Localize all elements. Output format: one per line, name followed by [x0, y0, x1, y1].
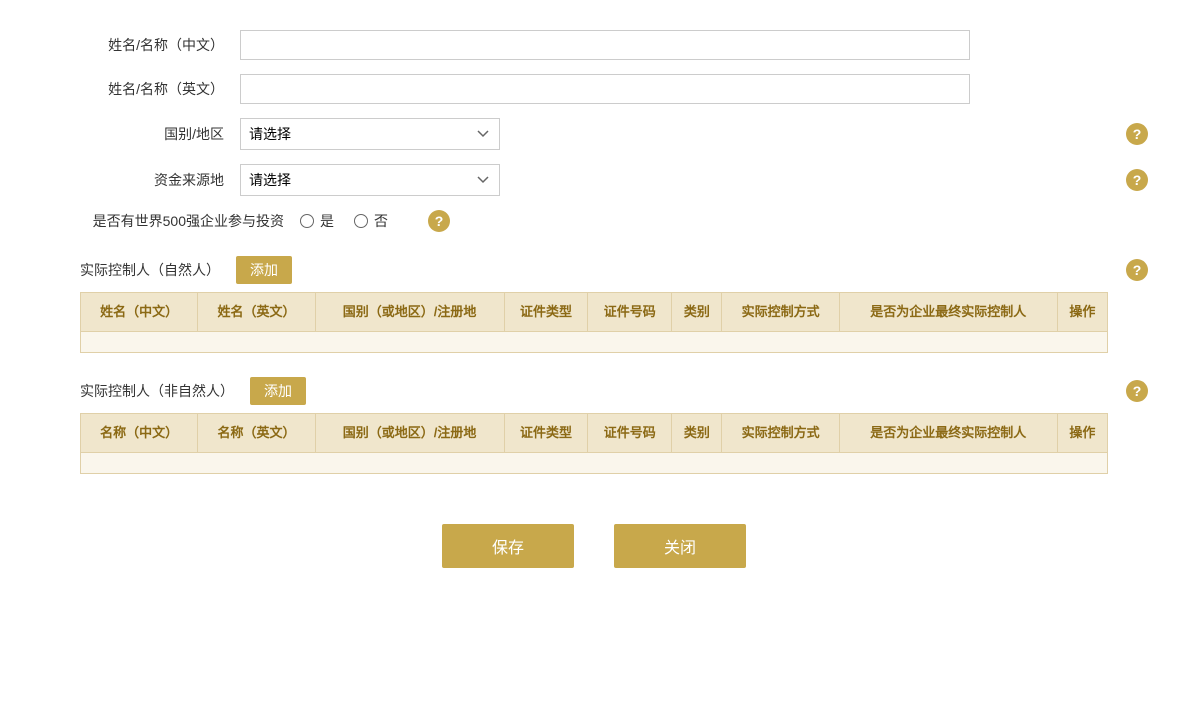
controller-non-natural-header: 实际控制人（非自然人） 添加 ?: [80, 377, 1108, 405]
fortune500-yes-option[interactable]: 是: [300, 211, 334, 231]
fund-source-help-icon[interactable]: ?: [1126, 169, 1148, 191]
fund-source-select[interactable]: 请选择: [240, 164, 500, 196]
non-natural-person-table-head: 名称（中文） 名称（英文） 国别（或地区）/注册地 证件类型 证件号码 类别 实…: [81, 414, 1108, 453]
controller-natural-section: 实际控制人（自然人） 添加 ? 姓名（中文） 姓名（英文） 国别（或地区）/注册…: [80, 256, 1108, 353]
natural-empty-cell: [81, 332, 1108, 353]
natural-person-table: 姓名（中文） 姓名（英文） 国别（或地区）/注册地 证件类型 证件号码 类别 实…: [80, 292, 1108, 353]
controller-natural-help-icon[interactable]: ?: [1126, 259, 1148, 281]
name-cn-row: 姓名/名称（中文）: [80, 30, 1108, 60]
name-cn-label: 姓名/名称（中文）: [80, 35, 240, 55]
non-natural-col-ultimate-controller: 是否为企业最终实际控制人: [839, 414, 1057, 453]
non-natural-col-name-cn: 名称（中文）: [81, 414, 198, 453]
natural-col-ultimate-controller: 是否为企业最终实际控制人: [839, 293, 1057, 332]
controller-non-natural-help-icon[interactable]: ?: [1126, 380, 1148, 402]
country-help-icon[interactable]: ?: [1126, 123, 1148, 145]
controller-non-natural-section: 实际控制人（非自然人） 添加 ? 名称（中文） 名称（英文） 国别（或地区）/注…: [80, 377, 1108, 474]
name-en-row: 姓名/名称（英文）: [80, 74, 1108, 104]
non-natural-col-cert-no: 证件号码: [588, 414, 672, 453]
natural-col-country: 国别（或地区）/注册地: [315, 293, 504, 332]
natural-empty-row: [81, 332, 1108, 353]
non-natural-col-category: 类别: [672, 414, 722, 453]
fortune500-no-radio[interactable]: [354, 214, 368, 228]
natural-person-table-body: [81, 332, 1108, 353]
fund-source-row: 资金来源地 请选择 ?: [80, 164, 1108, 196]
natural-person-header-row: 姓名（中文） 姓名（英文） 国别（或地区）/注册地 证件类型 证件号码 类别 实…: [81, 293, 1108, 332]
natural-col-name-en: 姓名（英文）: [198, 293, 315, 332]
natural-col-category: 类别: [672, 293, 722, 332]
name-en-input[interactable]: [240, 74, 970, 104]
controller-non-natural-title: 实际控制人（非自然人）: [80, 381, 234, 401]
fund-source-label: 资金来源地: [80, 170, 240, 190]
fortune500-yes-label: 是: [320, 211, 334, 231]
fortune500-no-option[interactable]: 否: [354, 211, 388, 231]
name-en-label: 姓名/名称（英文）: [80, 79, 240, 99]
non-natural-col-country: 国别（或地区）/注册地: [315, 414, 504, 453]
non-natural-empty-row: [81, 453, 1108, 474]
page-container: 姓名/名称（中文） 姓名/名称（英文） 国别/地区 请选择 ? 资金来源地 请选…: [0, 0, 1188, 705]
non-natural-person-table: 名称（中文） 名称（英文） 国别（或地区）/注册地 证件类型 证件号码 类别 实…: [80, 413, 1108, 474]
form-section: 姓名/名称（中文） 姓名/名称（英文） 国别/地区 请选择 ? 资金来源地 请选…: [80, 30, 1108, 232]
fortune500-row: 是否有世界500强企业参与投资 是 否 ?: [80, 210, 1108, 232]
natural-person-table-head: 姓名（中文） 姓名（英文） 国别（或地区）/注册地 证件类型 证件号码 类别 实…: [81, 293, 1108, 332]
name-cn-input[interactable]: [240, 30, 970, 60]
fortune500-yes-radio[interactable]: [300, 214, 314, 228]
non-natural-empty-cell: [81, 453, 1108, 474]
fortune500-help-icon[interactable]: ?: [428, 210, 450, 232]
natural-col-name-cn: 姓名（中文）: [81, 293, 198, 332]
country-select[interactable]: 请选择: [240, 118, 500, 150]
fortune500-radio-group: 是 否: [300, 211, 388, 231]
non-natural-person-header-row: 名称（中文） 名称（英文） 国别（或地区）/注册地 证件类型 证件号码 类别 实…: [81, 414, 1108, 453]
close-button[interactable]: 关闭: [614, 524, 746, 568]
non-natural-col-name-en: 名称（英文）: [198, 414, 315, 453]
natural-col-cert-no: 证件号码: [588, 293, 672, 332]
non-natural-person-table-body: [81, 453, 1108, 474]
add-non-natural-button[interactable]: 添加: [250, 377, 306, 405]
add-natural-button[interactable]: 添加: [236, 256, 292, 284]
save-button[interactable]: 保存: [442, 524, 574, 568]
natural-col-cert-type: 证件类型: [504, 293, 588, 332]
country-label: 国别/地区: [80, 124, 240, 144]
non-natural-col-control-method: 实际控制方式: [722, 414, 839, 453]
controller-natural-header: 实际控制人（自然人） 添加 ?: [80, 256, 1108, 284]
fortune500-no-label: 否: [374, 211, 388, 231]
bottom-buttons: 保存 关闭: [80, 524, 1108, 598]
country-row: 国别/地区 请选择 ?: [80, 118, 1108, 150]
fortune500-label: 是否有世界500强企业参与投资: [80, 211, 300, 231]
non-natural-col-cert-type: 证件类型: [504, 414, 588, 453]
non-natural-col-action: 操作: [1057, 414, 1107, 453]
controller-natural-title: 实际控制人（自然人）: [80, 260, 220, 280]
natural-col-action: 操作: [1057, 293, 1107, 332]
natural-col-control-method: 实际控制方式: [722, 293, 839, 332]
